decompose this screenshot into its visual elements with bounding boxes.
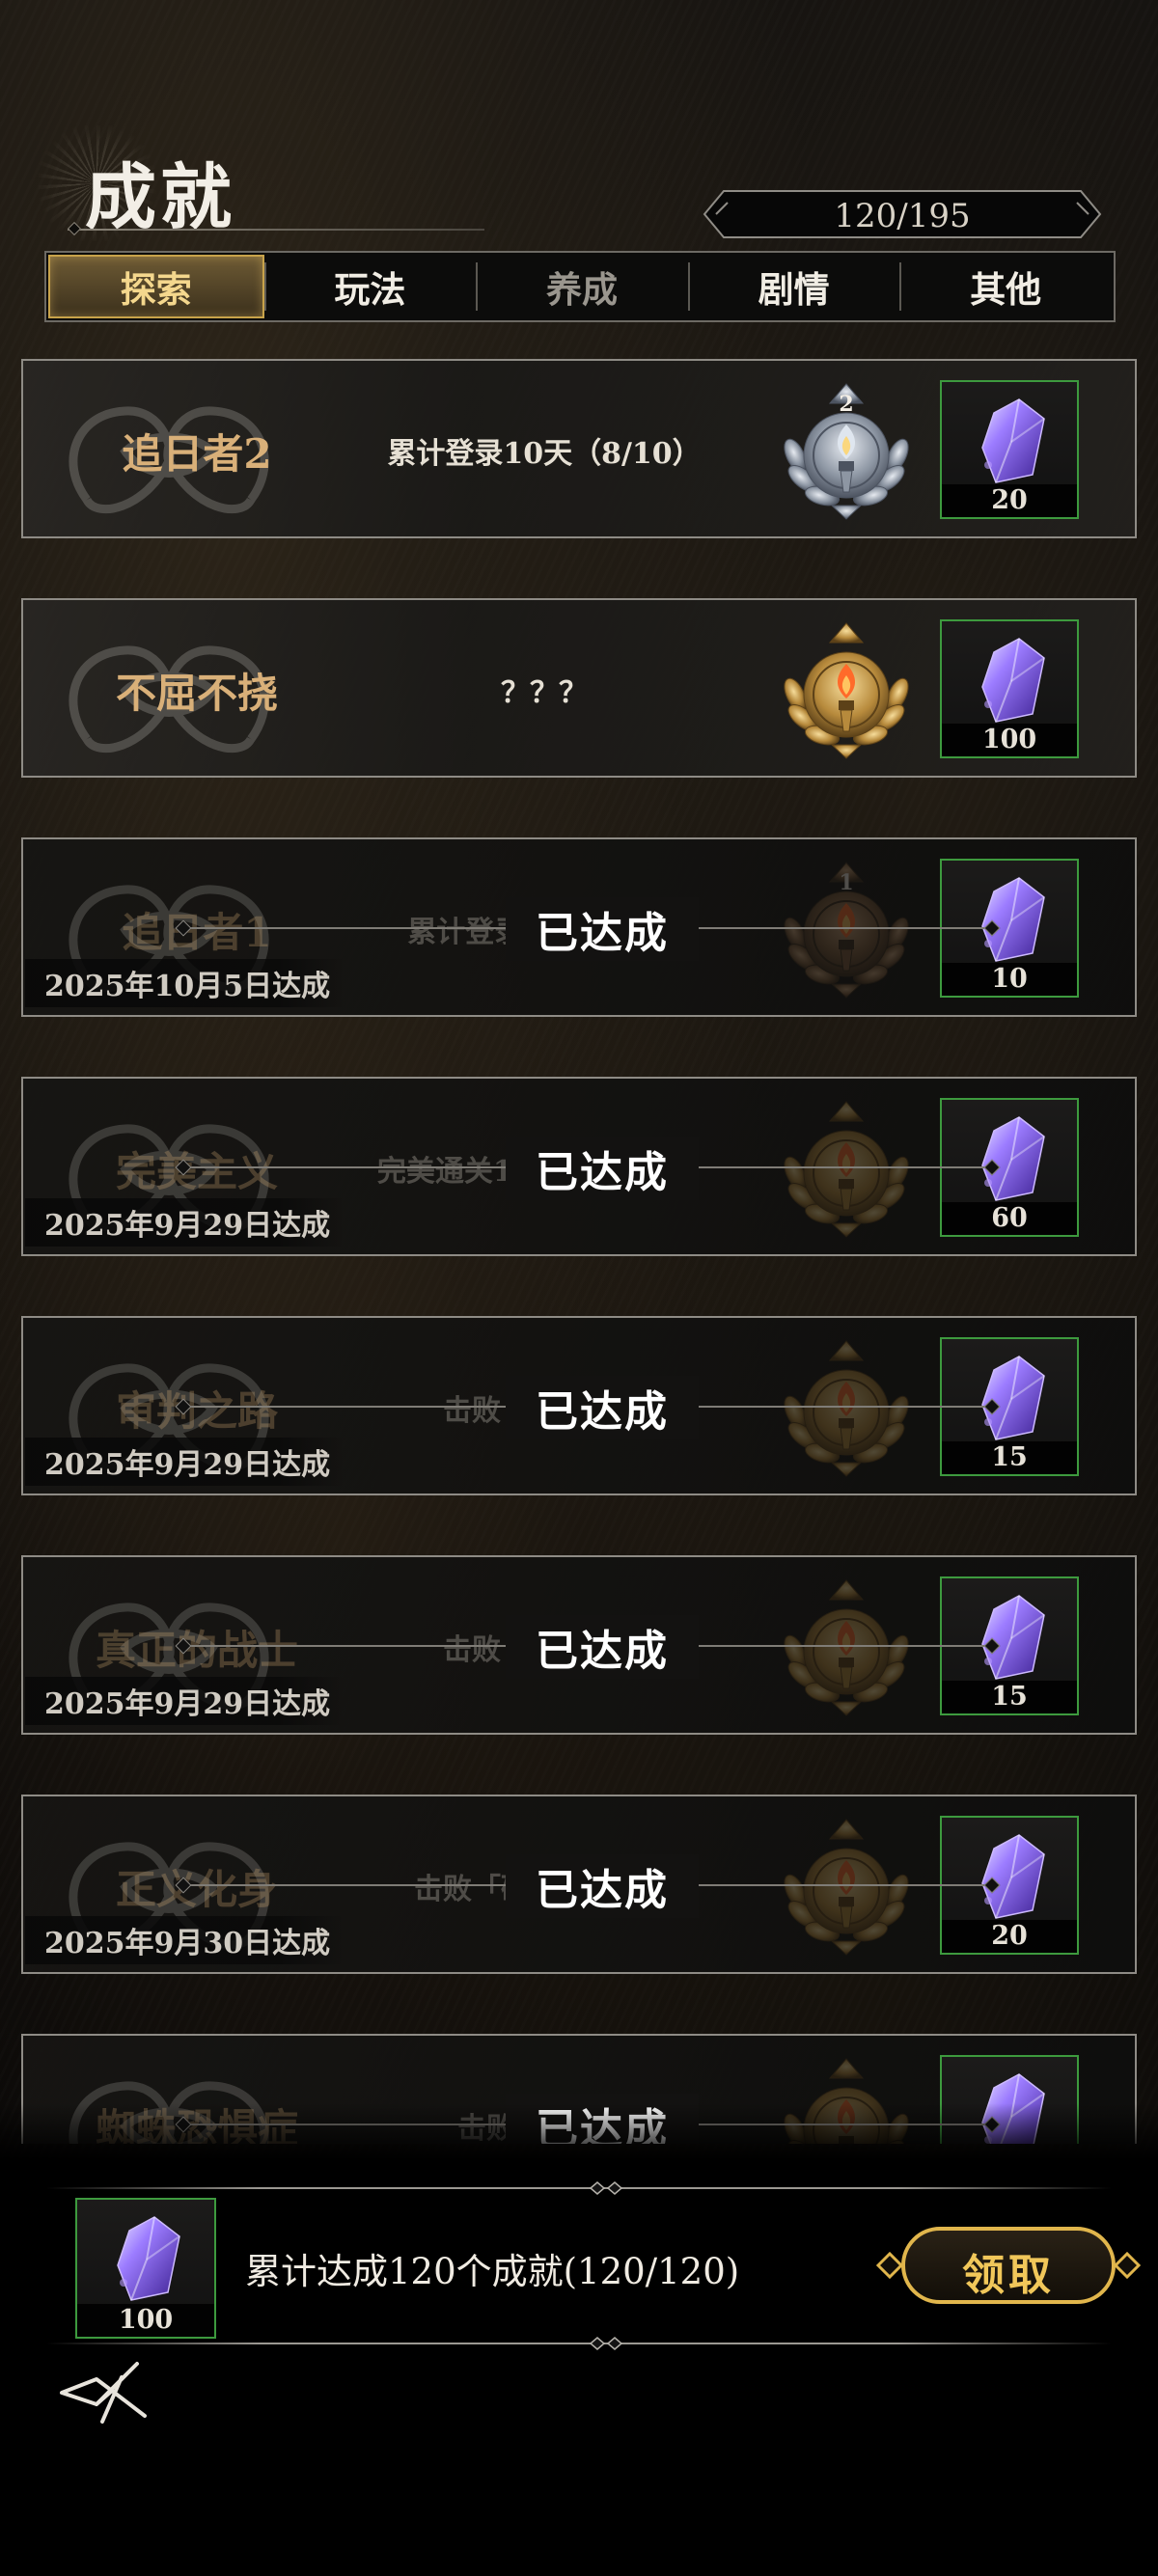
divider-bottom (46, 2343, 1112, 2344)
total-achievement-desc: 累计达成120个成就(120/120) (245, 2251, 740, 2292)
torch-laurel-medal-icon (784, 622, 909, 759)
tab-growth[interactable]: 养成 (476, 255, 688, 318)
tab-label: 养成 (545, 268, 618, 311)
divider-ornament-icon (589, 2181, 623, 2195)
achievement-medal (774, 1575, 919, 1719)
achievement-medal (774, 1335, 919, 1480)
achievement-card[interactable]: 正义化身 击败「碎骨者维尔」 20 (21, 1795, 1137, 1974)
tab-label: 玩法 (334, 268, 406, 311)
tab-label: 探索 (120, 268, 192, 311)
completion-date: 2025年10月5日达成 (25, 959, 345, 1007)
tab-other[interactable]: 其他 (899, 255, 1112, 318)
achievement-name: 追日者2 (122, 429, 272, 478)
purple-crystal-icon (981, 1595, 1045, 1680)
achievement-medal: 1 (774, 857, 919, 1001)
achievement-progress: 120/195 (703, 189, 1102, 239)
reward-quantity: 100 (942, 724, 1077, 756)
achievement-list[interactable]: 追日者2 累计登录10天（8/10） 2 20 不屈不挠 ？？？ 100 追日者… (21, 359, 1139, 2144)
reward-slot[interactable]: 100 (940, 619, 1079, 758)
reward-quantity: 15 (942, 1441, 1077, 1474)
completed-label: 已达成 (506, 1615, 699, 1679)
tab-label: 剧情 (758, 268, 830, 311)
torch-laurel-medal-icon (784, 1101, 909, 1238)
reward-slot[interactable]: 20 (940, 380, 1079, 519)
reward-quantity: 15 (942, 1681, 1077, 1713)
progress-count: 120/195 (834, 197, 971, 235)
completed-label: 已达成 (506, 897, 699, 961)
completed-label: 已达成 (506, 1376, 699, 1439)
claim-label: 领取 (962, 2251, 1055, 2300)
achievement-name: 不屈不挠 (115, 669, 278, 717)
divider-top (46, 2187, 1112, 2189)
medal-tier: 2 (839, 392, 854, 417)
achievement-medal (774, 617, 919, 762)
achievement-medal (774, 1814, 919, 1959)
completion-date: 2025年9月29日达成 (25, 1198, 345, 1247)
achievement-medal: 2 (774, 378, 919, 523)
reward-quantity: 60 (942, 1202, 1077, 1235)
category-tabs: 探索 玩法 养成 剧情 其他 (44, 251, 1116, 322)
tab-label: 其他 (970, 268, 1042, 311)
achievement-card[interactable]: 不屈不挠 ？？？ 100 (21, 598, 1137, 778)
completion-date: 2025年9月30日达成 (25, 1916, 345, 1964)
completion-date: 2025年9月29日达成 (25, 1677, 345, 1725)
divider-ornament-icon (589, 2337, 623, 2350)
reward-quantity: 20 (942, 484, 1077, 517)
achievement-card[interactable]: 完美主义 完美通关10关（10/10） 60 (21, 1077, 1137, 1256)
purple-crystal-icon (981, 638, 1045, 723)
achievement-card[interactable]: 追日者2 累计登录10天（8/10） 2 20 (21, 359, 1137, 538)
bottom-shade (0, 2103, 1158, 2576)
reward-quantity: 100 (77, 2304, 214, 2337)
achievement-desc: ？？？ (501, 676, 588, 710)
achievement-card[interactable]: 真正的战士 击败「狂战士」 15 已 (21, 1555, 1137, 1735)
achievement-card[interactable]: 审判之路 击败「审判官」 15 已达 (21, 1316, 1137, 1495)
purple-crystal-icon (981, 1356, 1045, 1440)
tab-gameplay[interactable]: 玩法 (263, 255, 477, 318)
tab-explore[interactable]: 探索 (48, 255, 264, 318)
completed-label: 已达成 (506, 1137, 699, 1200)
completion-date: 2025年9月29日达成 (25, 1438, 345, 1486)
reward-quantity: 10 (942, 963, 1077, 996)
achievement-card[interactable]: 追日者1 累计登录7天（7/7） 1 10 (21, 837, 1137, 1017)
purple-crystal-icon (981, 1834, 1045, 1919)
page-title: 成就 (85, 156, 235, 239)
purple-crystal-icon (981, 877, 1045, 962)
purple-crystal-icon (981, 398, 1045, 483)
achievement-medal (774, 1096, 919, 1241)
claim-button[interactable]: 领取 (874, 2223, 1143, 2308)
back-arrow-icon[interactable] (58, 2358, 154, 2425)
medal-tier: 1 (839, 870, 854, 895)
torch-laurel-medal-icon (784, 1340, 909, 1477)
achievement-desc: 累计登录10天（8/10） (387, 437, 702, 471)
torch-laurel-medal-icon (784, 1579, 909, 1716)
tab-story[interactable]: 剧情 (687, 255, 900, 318)
total-reward-slot[interactable]: 100 (75, 2198, 216, 2339)
completed-label: 已达成 (506, 1854, 699, 1918)
reward-quantity: 20 (942, 1920, 1077, 1953)
purple-crystal-icon (981, 1116, 1045, 1201)
torch-laurel-medal-icon (784, 1819, 909, 1956)
purple-crystal-icon (117, 2216, 180, 2301)
title-underline (68, 229, 484, 231)
